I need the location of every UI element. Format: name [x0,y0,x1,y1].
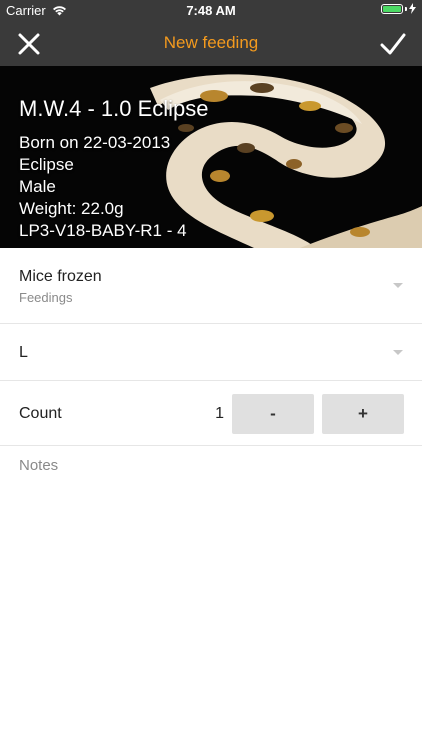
count-value: 1 [215,405,224,422]
count-label: Count [19,405,62,422]
increment-button[interactable]: + [322,394,404,434]
animal-location: LP3-V18-BABY-R1 - 4 [19,221,187,240]
food-type-value: Mice frozen [19,268,102,285]
battery-icon [381,3,403,14]
charging-icon [409,3,416,14]
dropdown-arrow-icon [393,283,403,288]
count-row: Count 1 - + [0,382,422,446]
battery-fill [383,5,401,12]
notes-field[interactable]: Notes [19,457,58,474]
checkmark-icon[interactable] [378,29,408,59]
animal-morph: Eclipse [19,155,74,174]
status-bar: Carrier 7:48 AM [0,0,422,22]
animal-weight: Weight: 22.0g [19,199,124,218]
animal-info: M.W.4 - 1.0 Eclipse Born on 22-03-2013 E… [19,94,209,242]
page-title: New feeding [163,33,259,52]
animal-header: M.W.4 - 1.0 Eclipse Born on 22-03-2013 E… [0,66,422,248]
food-type-select[interactable]: Mice frozen Feedings [0,248,422,324]
status-right [381,3,416,14]
dropdown-arrow-icon [393,350,403,355]
animal-born-date: Born on 22-03-2013 [19,133,171,152]
decrement-button[interactable]: - [232,394,314,434]
battery-cap [405,6,407,11]
animal-name: M.W.4 - 1.0 Eclipse [19,96,209,121]
animal-sex: Male [19,177,56,196]
prey-size-value: L [19,344,28,361]
navigation-bar: New feeding [0,22,422,66]
new-feeding-screen: Carrier 7:48 AM New feeding M.W.4 - 1.0 … [0,0,422,750]
food-type-category: Feedings [19,290,73,305]
prey-size-select[interactable]: L [0,325,422,381]
status-time: 7:48 AM [186,3,236,18]
